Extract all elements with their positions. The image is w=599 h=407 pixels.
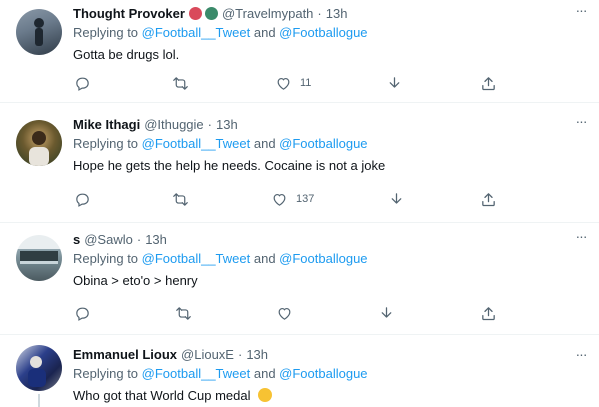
share-button[interactable] xyxy=(480,72,497,94)
retweet-icon xyxy=(173,76,188,90)
display-name[interactable]: Thought Provoker xyxy=(73,6,185,21)
action-bar: 137 xyxy=(0,188,599,210)
heart-icon xyxy=(188,6,202,20)
avatar[interactable] xyxy=(16,120,62,166)
action-bar xyxy=(0,302,599,324)
share-icon xyxy=(482,76,495,90)
avatar[interactable] xyxy=(16,235,62,281)
and-text: and xyxy=(250,251,280,266)
like-button[interactable]: 11 xyxy=(275,72,311,94)
and-text: and xyxy=(250,136,280,151)
mention-link[interactable]: @Football__Tweet xyxy=(142,251,251,266)
downvote-button[interactable] xyxy=(378,302,395,324)
like-count: 137 xyxy=(296,193,315,205)
more-options-button[interactable]: ··· xyxy=(571,229,591,245)
tweet[interactable]: Thought Provoker @Travelmypath · 13h Rep… xyxy=(0,0,599,103)
retweet-icon xyxy=(173,192,188,206)
replying-prefix: Replying to xyxy=(73,25,142,40)
timestamp[interactable]: 13h xyxy=(326,6,348,21)
retweet-button[interactable] xyxy=(175,302,192,324)
replying-to: Replying to @Football__Tweet and @Footba… xyxy=(73,366,589,385)
separator-dot: · xyxy=(207,116,212,132)
replying-to: Replying to @Football__Tweet and @Footba… xyxy=(73,25,589,44)
mention-link[interactable]: @Football__Tweet xyxy=(142,366,251,381)
and-text: and xyxy=(250,366,280,381)
user-handle[interactable]: @LiouxE xyxy=(181,347,234,362)
timestamp[interactable]: 13h xyxy=(216,117,238,132)
timestamp[interactable]: 13h xyxy=(145,232,167,247)
separator-dot: · xyxy=(136,231,142,247)
thinking-face-icon xyxy=(258,388,273,402)
tweet[interactable]: Emmanuel Lioux @LiouxE · 13h Replying to… xyxy=(0,340,599,407)
tweet-text: Gotta be drugs lol. xyxy=(73,47,180,62)
mention-link[interactable]: @Football__Tweet xyxy=(142,136,251,151)
more-options-button[interactable]: ··· xyxy=(571,3,591,19)
tweet[interactable]: s @Sawlo · 13h Replying to @Football__Tw… xyxy=(0,226,599,335)
heart-outline-icon xyxy=(277,77,290,90)
like-button[interactable]: 137 xyxy=(271,188,314,210)
reply-button[interactable] xyxy=(74,188,91,210)
tweet-text-container: Who got that World Cup medal xyxy=(73,388,589,407)
user-handle[interactable]: @Ithuggie xyxy=(144,117,203,132)
display-name[interactable]: Mike Ithagi xyxy=(73,117,140,132)
mention-link[interactable]: @Football__Tweet xyxy=(142,25,251,40)
like-count: 11 xyxy=(300,77,312,89)
and-text: and xyxy=(250,25,280,40)
user-handle[interactable]: @Travelmypath xyxy=(222,6,313,21)
retweet-icon xyxy=(176,306,191,320)
heart-outline-icon xyxy=(278,307,291,320)
timestamp[interactable]: 13h xyxy=(246,347,268,362)
separator-dot: · xyxy=(317,5,322,21)
user-handle[interactable]: @Sawlo xyxy=(84,232,133,247)
replying-to: Replying to @Football__Tweet and @Footba… xyxy=(73,251,589,270)
tweet[interactable]: Mike Ithagi @Ithuggie · 13h Replying to … xyxy=(0,111,599,223)
share-button[interactable] xyxy=(480,302,497,324)
avatar[interactable] xyxy=(16,345,62,391)
replying-prefix: Replying to xyxy=(73,136,142,151)
avatar[interactable] xyxy=(16,9,62,55)
replying-prefix: Replying to xyxy=(73,366,142,381)
mention-link[interactable]: @Footballogue xyxy=(279,366,367,381)
reply-button[interactable] xyxy=(74,302,91,324)
separator-dot: · xyxy=(237,346,243,362)
retweet-button[interactable] xyxy=(172,72,189,94)
more-options-button[interactable]: ··· xyxy=(571,114,591,130)
action-bar: 11 xyxy=(0,72,599,94)
thread-line xyxy=(38,394,40,407)
retweet-button[interactable] xyxy=(172,188,189,210)
like-button[interactable] xyxy=(276,302,301,324)
downvote-button[interactable] xyxy=(388,188,405,210)
tweet-text: Hope he gets the help he needs. Cocaine … xyxy=(73,158,386,173)
tweet-text: Who got that World Cup medal xyxy=(73,388,251,403)
more-options-button[interactable]: ··· xyxy=(571,347,591,363)
heart-outline-icon xyxy=(273,193,286,206)
reply-icon xyxy=(76,77,89,91)
arrow-down-icon xyxy=(391,192,402,204)
share-icon xyxy=(482,192,495,206)
share-button[interactable] xyxy=(480,188,497,210)
tweet-text: Obina > eto'o > henry xyxy=(73,273,198,288)
mention-link[interactable]: @Footballogue xyxy=(279,251,367,266)
share-icon xyxy=(482,306,495,320)
peacock-icon xyxy=(204,6,218,20)
display-name[interactable]: s xyxy=(73,232,80,247)
reply-icon xyxy=(76,307,89,321)
mention-link[interactable]: @Footballogue xyxy=(279,136,367,151)
downvote-button[interactable] xyxy=(386,72,403,94)
replying-prefix: Replying to xyxy=(73,251,142,266)
reply-icon xyxy=(76,193,89,207)
reply-button[interactable] xyxy=(74,72,91,94)
replying-to: Replying to @Football__Tweet and @Footba… xyxy=(73,136,589,155)
arrow-down-icon xyxy=(381,306,392,318)
mention-link[interactable]: @Footballogue xyxy=(279,25,367,40)
arrow-down-icon xyxy=(389,76,400,88)
display-name[interactable]: Emmanuel Lioux xyxy=(73,347,177,362)
